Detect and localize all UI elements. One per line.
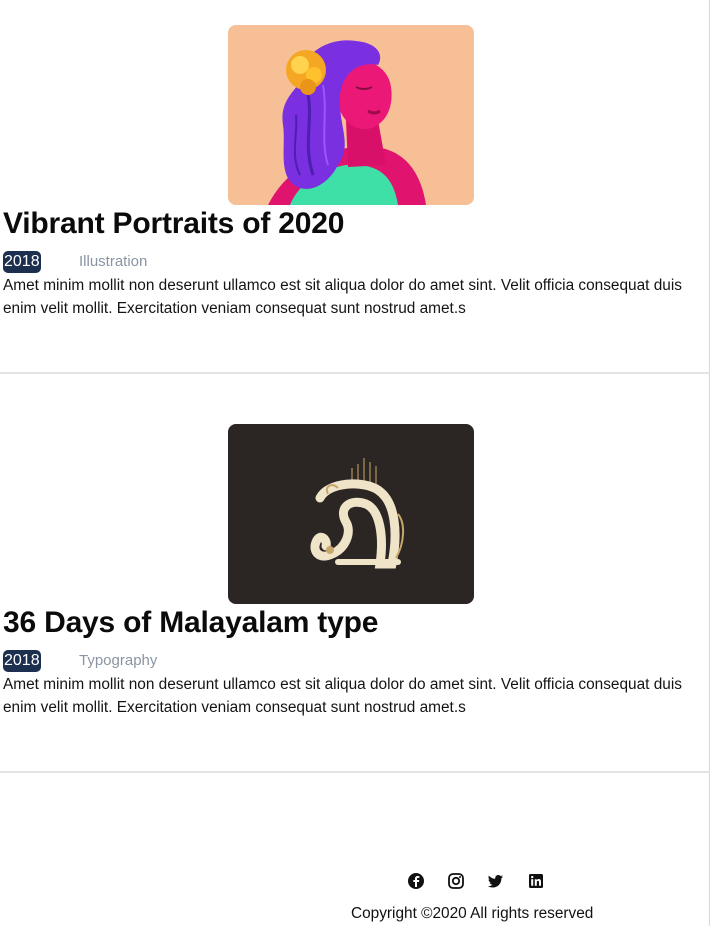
divider [0, 771, 710, 773]
twitter-icon[interactable] [486, 871, 506, 891]
category-label: Illustration [79, 253, 148, 270]
post-excerpt: Amet minim mollit non deserunt ullamco e… [3, 277, 682, 317]
year-badge: 2018 [3, 650, 41, 672]
malayalam-letter-illustration [228, 424, 474, 604]
year-badge: 2018 [3, 251, 41, 273]
post-meta: 2018 Typography [3, 650, 403, 672]
portrait-illustration [228, 25, 474, 205]
post-title[interactable]: Vibrant Portraits of 2020 [3, 207, 344, 241]
page-right-border [709, 0, 710, 926]
divider [0, 372, 710, 374]
post-meta: 2018 Illustration [3, 251, 403, 273]
linkedin-icon[interactable] [526, 871, 546, 891]
post-thumbnail[interactable] [228, 424, 474, 604]
post-title[interactable]: 36 Days of Malayalam type [3, 606, 378, 640]
facebook-icon[interactable] [406, 871, 426, 891]
category-label: Typography [79, 652, 158, 669]
post-thumbnail[interactable] [228, 25, 474, 205]
post-excerpt: Amet minim mollit non deserunt ullamco e… [3, 676, 682, 716]
social-links [406, 871, 556, 891]
copyright-text: Copyright ©2020 All rights reserved [351, 905, 594, 922]
instagram-icon[interactable] [446, 871, 466, 891]
